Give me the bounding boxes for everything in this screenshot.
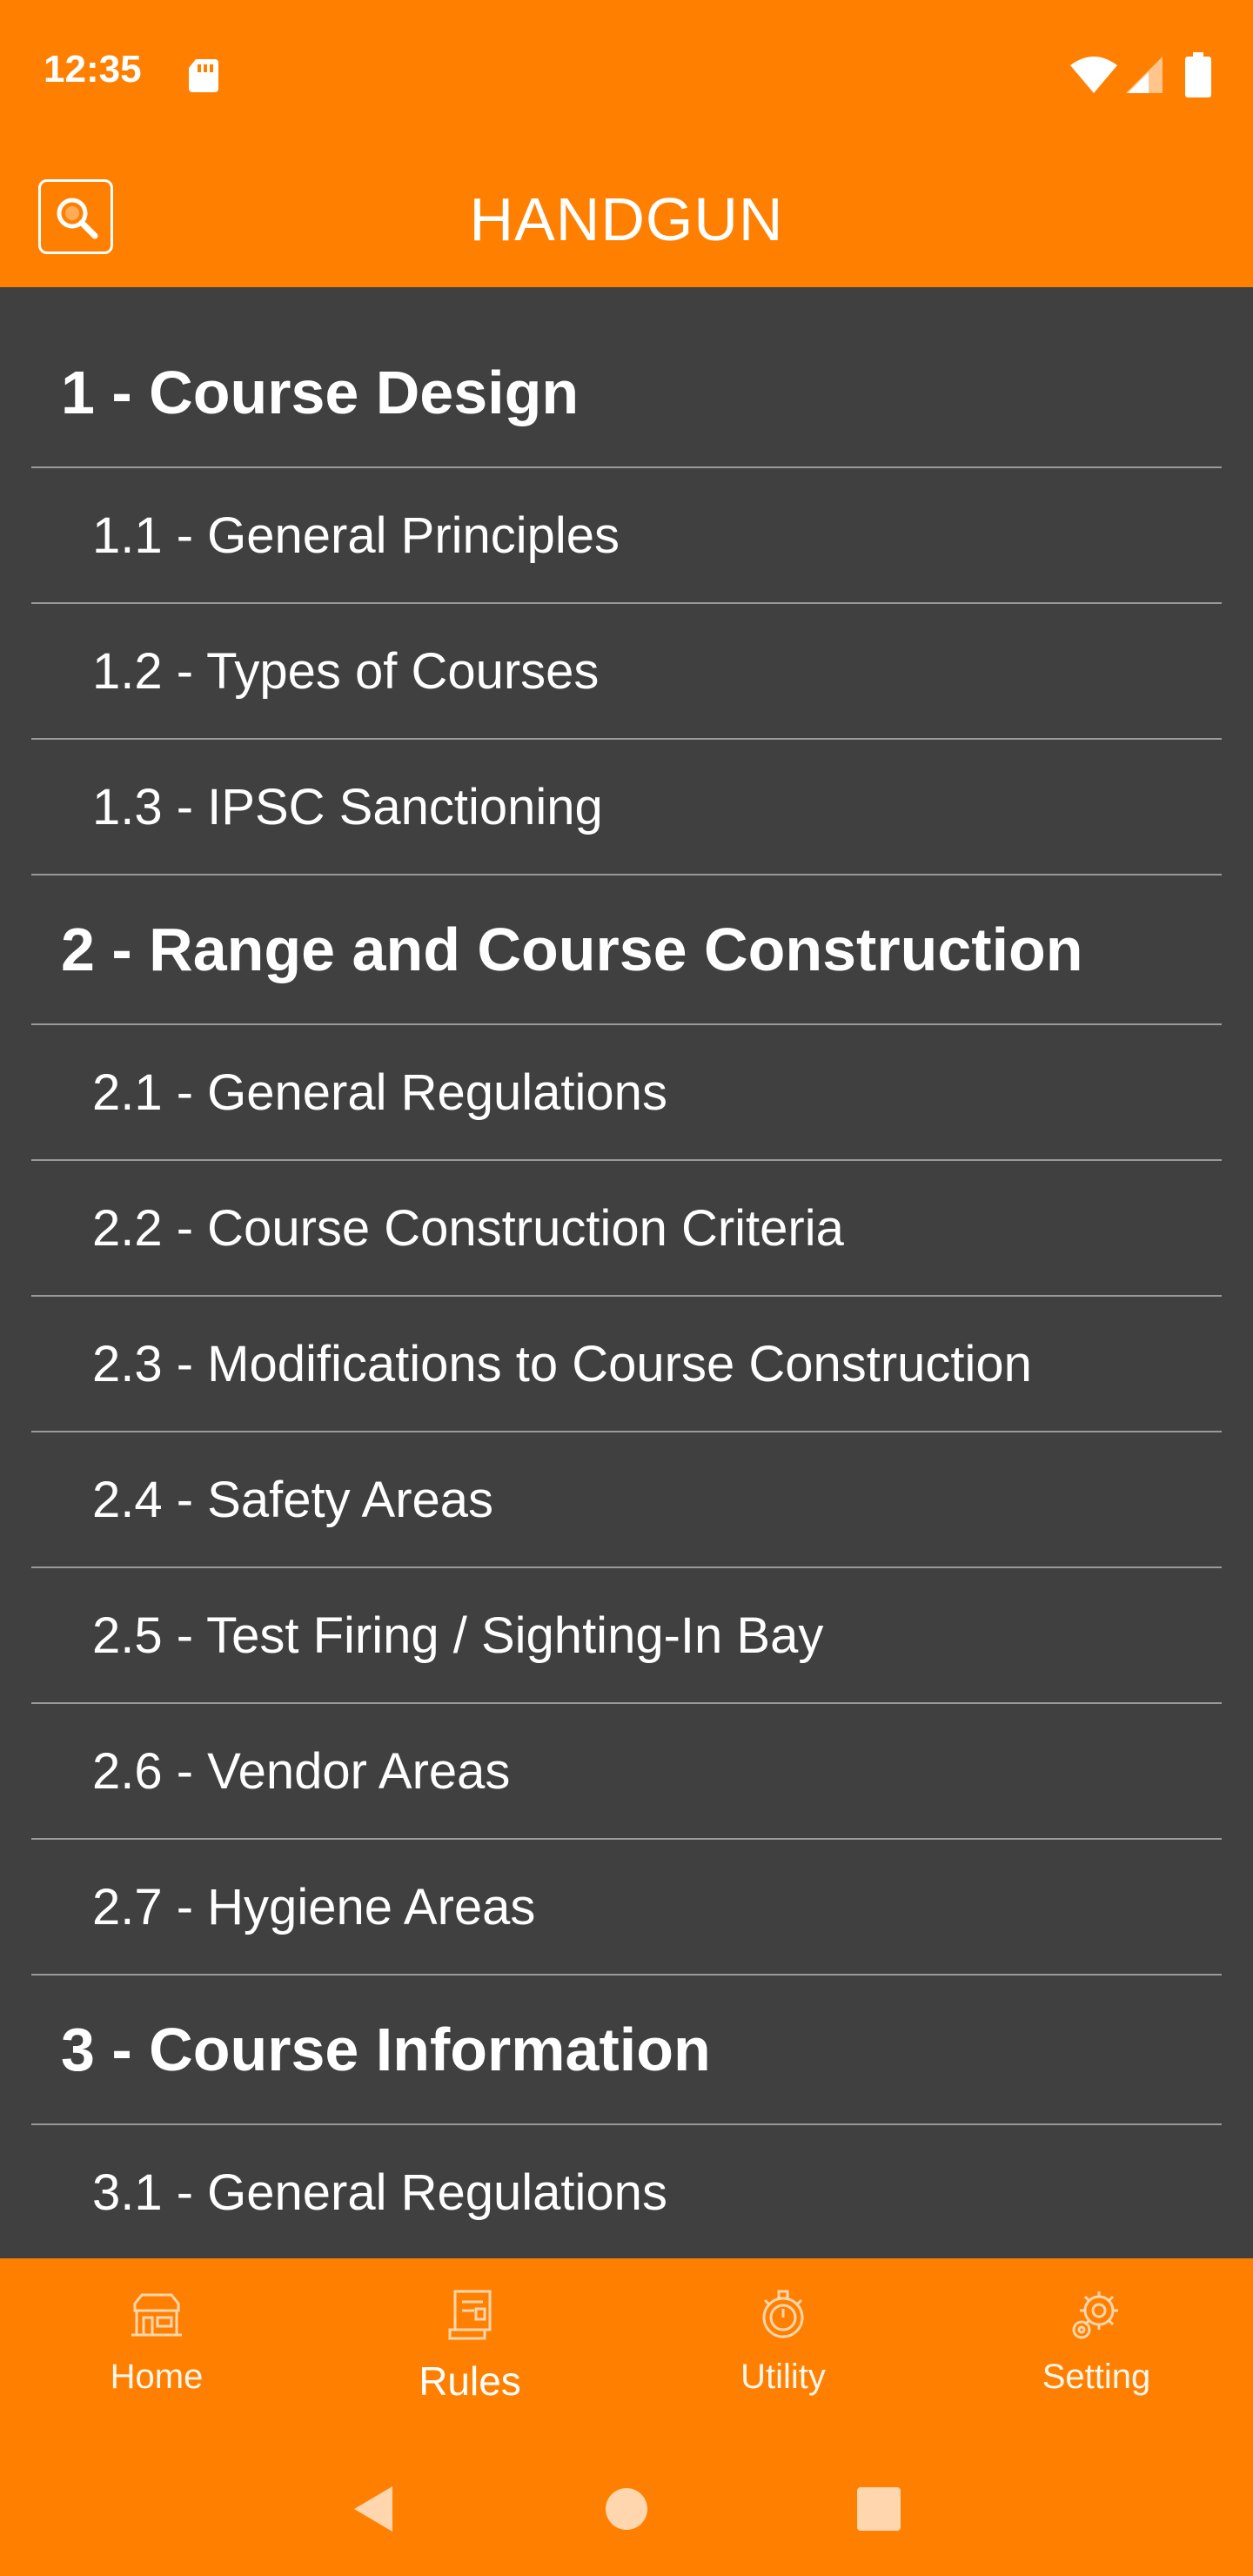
nav-tabs: Home Rules Utility Setting <box>0 2258 1253 2441</box>
chapter-heading-3[interactable]: 3 - Course Information <box>31 1976 1222 2125</box>
app-bar: HANDGUN <box>0 153 1253 287</box>
section-item-2-5[interactable]: 2.5 - Test Firing / Sighting-In Bay <box>31 1568 1222 1704</box>
section-item-1-1[interactable]: 1.1 - General Principles <box>31 468 1222 604</box>
tab-rules-label: Rules <box>419 2358 521 2404</box>
gear-icon <box>1072 2291 1118 2339</box>
section-item-2-2[interactable]: 2.2 - Course Construction Criteria <box>31 1161 1222 1297</box>
signal-icon <box>1126 57 1163 93</box>
tab-home-label: Home <box>110 2358 204 2396</box>
system-nav-bar <box>0 2441 1253 2576</box>
tab-setting-label: Setting <box>1042 2358 1151 2396</box>
section-item-1-2[interactable]: 1.2 - Types of Courses <box>31 604 1222 740</box>
status-time: 12:35 <box>44 48 142 91</box>
back-button[interactable] <box>348 2483 400 2535</box>
section-item-2-6[interactable]: 2.6 - Vendor Areas <box>31 1704 1222 1840</box>
toc-list: 1 - Course Design 1.1 - General Principl… <box>0 287 1253 2258</box>
tab-utility[interactable]: Utility <box>626 2258 940 2441</box>
status-bar: 12:35 <box>0 0 1253 153</box>
square-icon <box>857 2486 901 2531</box>
section-item-2-1[interactable]: 2.1 - General Regulations <box>31 1025 1222 1161</box>
circle-icon <box>606 2487 647 2530</box>
section-item-3-1[interactable]: 3.1 - General Regulations <box>31 2125 1222 2258</box>
section-item-2-4[interactable]: 2.4 - Safety Areas <box>31 1432 1222 1568</box>
page-title: HANDGUN <box>469 185 784 253</box>
back-icon <box>354 2485 392 2532</box>
home-icon <box>131 2293 182 2337</box>
section-item-2-3[interactable]: 2.3 - Modifications to Course Constructi… <box>31 1297 1222 1432</box>
wifi-icon <box>1070 57 1117 93</box>
chapter-heading-2[interactable]: 2 - Range and Course Construction <box>31 875 1222 1025</box>
bottom-nav: Home Rules Utility Setting <box>0 2258 1253 2576</box>
stopwatch-icon <box>762 2290 804 2338</box>
tab-utility-label: Utility <box>740 2358 826 2396</box>
home-system-button[interactable] <box>600 2483 653 2535</box>
section-item-2-7[interactable]: 2.7 - Hygiene Areas <box>31 1840 1222 1976</box>
section-item-1-3[interactable]: 1.3 - IPSC Sanctioning <box>31 740 1222 875</box>
tab-home[interactable]: Home <box>0 2258 313 2441</box>
rules-icon <box>448 2290 492 2340</box>
sd-card-icon <box>189 59 218 92</box>
rules-toc: 1 - Course Design 1.1 - General Principl… <box>0 287 1253 2258</box>
tab-rules[interactable]: Rules <box>313 2258 626 2441</box>
recents-button[interactable] <box>853 2483 905 2535</box>
chapter-heading-1[interactable]: 1 - Course Design <box>31 287 1222 468</box>
tab-setting[interactable]: Setting <box>940 2258 1253 2441</box>
battery-icon <box>1185 52 1211 97</box>
